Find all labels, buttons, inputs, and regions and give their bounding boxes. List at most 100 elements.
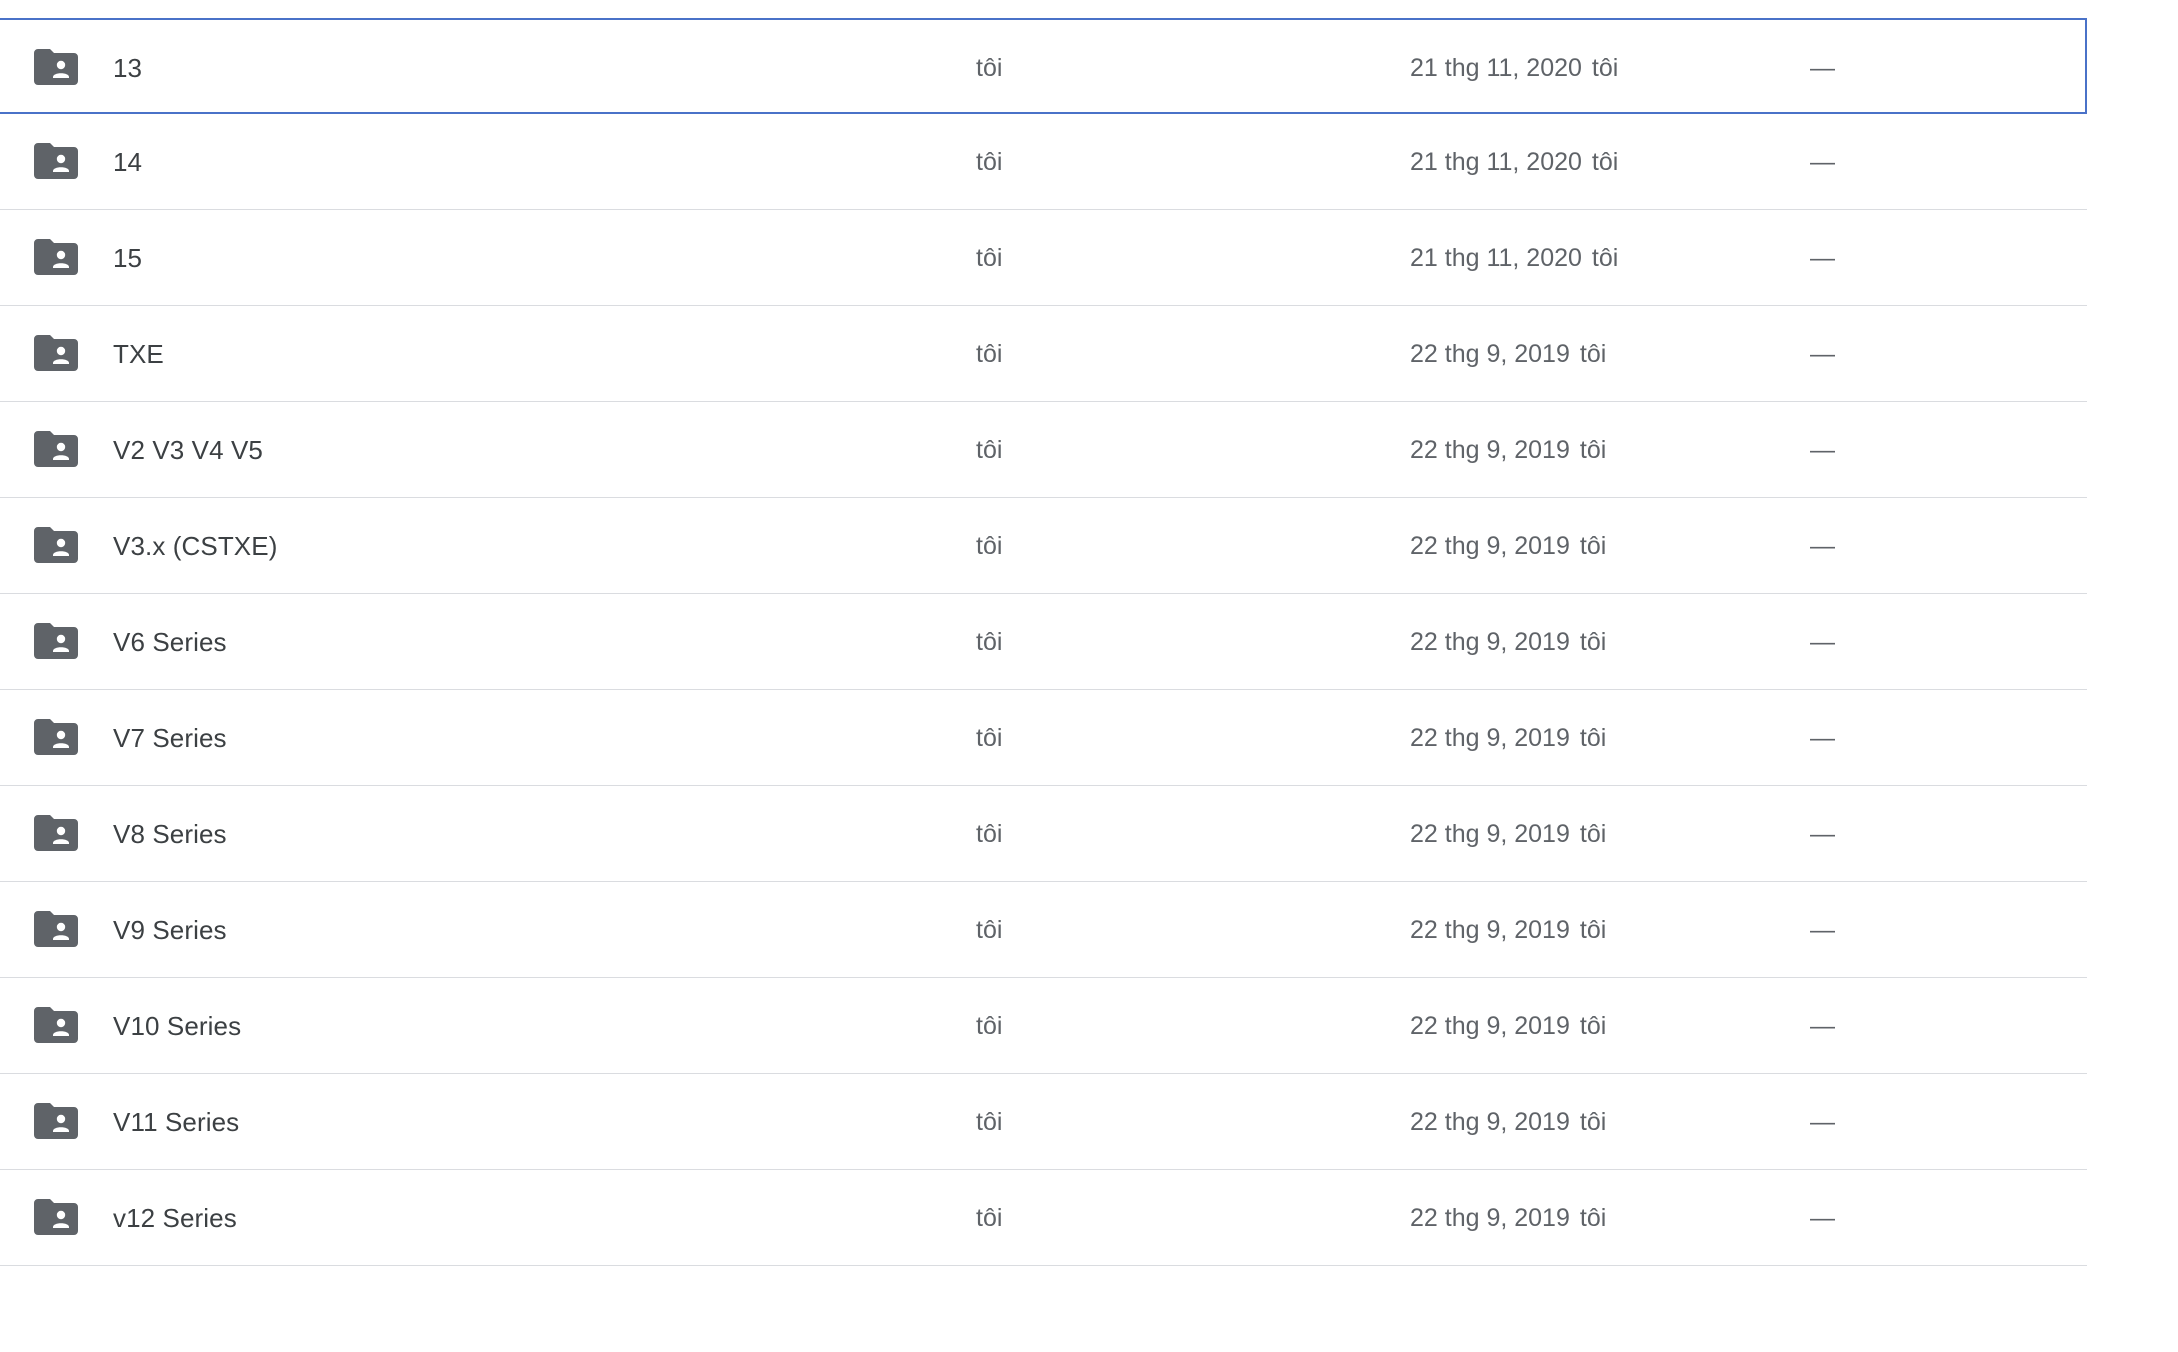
file-size-cell: —: [1810, 628, 1835, 656]
file-size-cell: —: [1810, 532, 1835, 560]
modified-date: 22 thg 9, 2019: [1410, 1204, 1570, 1232]
modified-by: tôi: [1591, 148, 1619, 176]
folder-row[interactable]: 14 tôi 21 thg 11, 2020 tôi —: [0, 114, 2087, 210]
folder-name[interactable]: 15: [113, 210, 142, 306]
file-size-cell: —: [1810, 148, 1835, 176]
file-size-cell: —: [1810, 244, 1835, 272]
shared-folder-icon: [34, 911, 78, 947]
last-modified-cell: 22 thg 9, 2019 tôi: [1410, 978, 1606, 1074]
folder-name[interactable]: V9 Series: [113, 882, 227, 978]
last-modified-cell: 21 thg 11, 2020 tôi: [1410, 210, 1618, 306]
modified-date: 21 thg 11, 2020: [1410, 148, 1582, 176]
file-size-cell: —: [1810, 820, 1835, 848]
modified-by: tôi: [1579, 436, 1607, 464]
modified-date: 22 thg 9, 2019: [1410, 340, 1570, 368]
owner-cell: tôi: [976, 436, 1003, 464]
last-modified-cell: 22 thg 9, 2019 tôi: [1410, 690, 1606, 786]
last-modified-cell: 22 thg 9, 2019 tôi: [1410, 1074, 1606, 1170]
folder-row[interactable]: V7 Series tôi 22 thg 9, 2019 tôi —: [0, 690, 2087, 786]
folder-row[interactable]: V3.x (CSTXE) tôi 22 thg 9, 2019 tôi —: [0, 498, 2087, 594]
shared-folder-icon: [34, 719, 78, 755]
folder-name[interactable]: V6 Series: [113, 594, 227, 690]
modified-by: tôi: [1579, 532, 1607, 560]
modified-by: tôi: [1591, 54, 1619, 82]
folder-row[interactable]: V9 Series tôi 22 thg 9, 2019 tôi —: [0, 882, 2087, 978]
modified-date: 22 thg 9, 2019: [1410, 916, 1570, 944]
folder-row[interactable]: V6 Series tôi 22 thg 9, 2019 tôi —: [0, 594, 2087, 690]
owner-cell: tôi: [976, 148, 1003, 176]
file-size-cell: —: [1810, 1204, 1835, 1232]
folder-name[interactable]: V11 Series: [113, 1074, 239, 1170]
modified-by: tôi: [1579, 628, 1607, 656]
file-size-cell: —: [1810, 1108, 1835, 1136]
modified-date: 22 thg 9, 2019: [1410, 1012, 1570, 1040]
file-size-cell: —: [1810, 916, 1835, 944]
last-modified-cell: 22 thg 9, 2019 tôi: [1410, 882, 1606, 978]
owner-cell: tôi: [976, 244, 1003, 272]
last-modified-cell: 21 thg 11, 2020 tôi: [1410, 114, 1618, 210]
shared-folder-icon: [34, 239, 78, 275]
file-size-cell: —: [1810, 340, 1835, 368]
folder-row[interactable]: v12 Series tôi 22 thg 9, 2019 tôi —: [0, 1170, 2087, 1266]
folder-name[interactable]: 13: [113, 20, 142, 116]
folder-row[interactable]: TXE tôi 22 thg 9, 2019 tôi —: [0, 306, 2087, 402]
file-size-cell: —: [1810, 724, 1835, 752]
owner-cell: tôi: [976, 532, 1003, 560]
folder-row[interactable]: V2 V3 V4 V5 tôi 22 thg 9, 2019 tôi —: [0, 402, 2087, 498]
folder-name[interactable]: V10 Series: [113, 978, 241, 1074]
modified-date: 22 thg 9, 2019: [1410, 436, 1570, 464]
folder-row[interactable]: V8 Series tôi 22 thg 9, 2019 tôi —: [0, 786, 2087, 882]
shared-folder-icon: [34, 623, 78, 659]
shared-folder-icon: [34, 1007, 78, 1043]
shared-folder-icon: [34, 335, 78, 371]
folder-name[interactable]: TXE: [113, 306, 164, 402]
modified-by: tôi: [1579, 1012, 1607, 1040]
owner-cell: tôi: [976, 724, 1003, 752]
folder-name[interactable]: V2 V3 V4 V5: [113, 402, 263, 498]
folder-name[interactable]: V8 Series: [113, 786, 227, 882]
shared-folder-icon: [34, 143, 78, 179]
modified-date: 22 thg 9, 2019: [1410, 628, 1570, 656]
last-modified-cell: 22 thg 9, 2019 tôi: [1410, 402, 1606, 498]
last-modified-cell: 21 thg 11, 2020 tôi: [1410, 20, 1618, 116]
modified-by: tôi: [1591, 244, 1619, 272]
folder-row[interactable]: 15 tôi 21 thg 11, 2020 tôi —: [0, 210, 2087, 306]
modified-by: tôi: [1579, 820, 1607, 848]
folder-row[interactable]: V10 Series tôi 22 thg 9, 2019 tôi —: [0, 978, 2087, 1074]
owner-cell: tôi: [976, 1204, 1003, 1232]
modified-date: 22 thg 9, 2019: [1410, 724, 1570, 752]
owner-cell: tôi: [976, 1012, 1003, 1040]
modified-by: tôi: [1579, 1204, 1607, 1232]
folder-row[interactable]: V11 Series tôi 22 thg 9, 2019 tôi —: [0, 1074, 2087, 1170]
folder-row[interactable]: 13 tôi 21 thg 11, 2020 tôi —: [0, 18, 2087, 114]
shared-folder-icon: [34, 431, 78, 467]
last-modified-cell: 22 thg 9, 2019 tôi: [1410, 786, 1606, 882]
owner-cell: tôi: [976, 1108, 1003, 1136]
owner-cell: tôi: [976, 340, 1003, 368]
modified-date: 22 thg 9, 2019: [1410, 532, 1570, 560]
folder-name[interactable]: v12 Series: [113, 1170, 237, 1266]
modified-date: 22 thg 9, 2019: [1410, 820, 1570, 848]
file-size-cell: —: [1810, 1012, 1835, 1040]
shared-folder-icon: [34, 527, 78, 563]
modified-by: tôi: [1579, 1108, 1607, 1136]
last-modified-cell: 22 thg 9, 2019 tôi: [1410, 306, 1606, 402]
folder-name[interactable]: V7 Series: [113, 690, 227, 786]
owner-cell: tôi: [976, 54, 1003, 82]
modified-date: 22 thg 9, 2019: [1410, 1108, 1570, 1136]
last-modified-cell: 22 thg 9, 2019 tôi: [1410, 1170, 1606, 1266]
modified-by: tôi: [1579, 916, 1607, 944]
modified-by: tôi: [1579, 340, 1607, 368]
file-size-cell: —: [1810, 436, 1835, 464]
shared-folder-icon: [34, 49, 78, 85]
last-modified-cell: 22 thg 9, 2019 tôi: [1410, 498, 1606, 594]
file-size-cell: —: [1810, 54, 1835, 82]
modified-by: tôi: [1579, 724, 1607, 752]
modified-date: 21 thg 11, 2020: [1410, 244, 1582, 272]
shared-folder-icon: [34, 1199, 78, 1235]
shared-folder-icon: [34, 815, 78, 851]
shared-folder-icon: [34, 1103, 78, 1139]
folder-name[interactable]: V3.x (CSTXE): [113, 498, 277, 594]
modified-date: 21 thg 11, 2020: [1410, 54, 1582, 82]
folder-name[interactable]: 14: [113, 114, 142, 210]
